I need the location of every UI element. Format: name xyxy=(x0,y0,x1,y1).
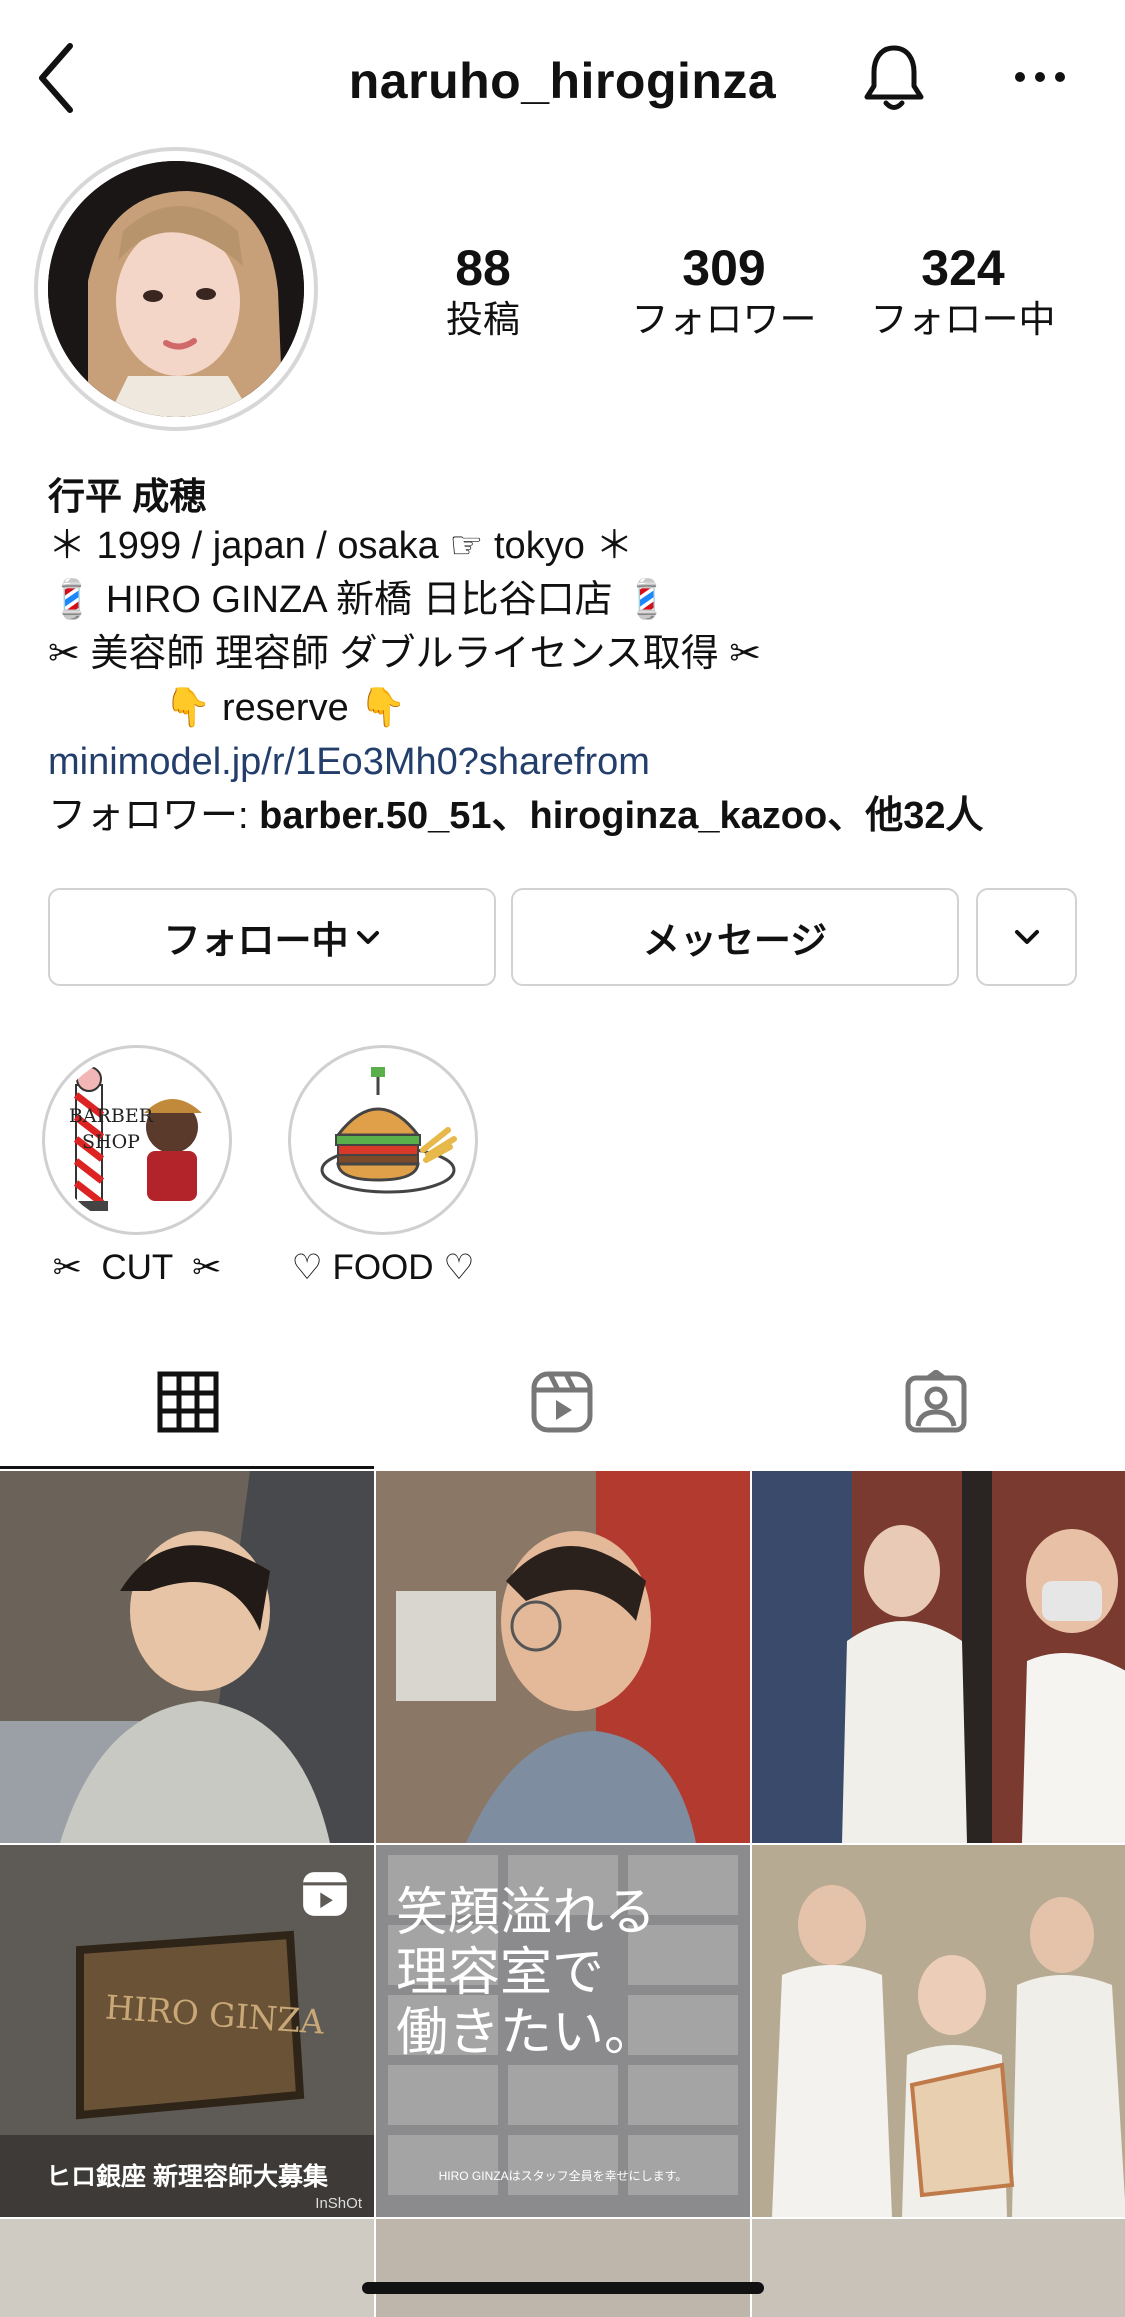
followed-by-prefix: フォロワー: xyxy=(48,795,260,837)
bio-line: 💈 HIRO GINZA 新橋 日比谷口店 💈 xyxy=(48,579,671,621)
followers-count: 309 xyxy=(682,240,766,296)
chevron-down-icon xyxy=(1014,930,1039,944)
message-button[interactable]: メッセージ xyxy=(511,888,959,986)
following-label: フォロー中 xyxy=(870,299,1056,340)
post-thumbnail[interactable] xyxy=(0,2219,374,2317)
posts-label: 投稿 xyxy=(446,299,520,340)
highlight-cut-label: ✂ CUT ✂ xyxy=(52,1248,222,1287)
post-subtext: HIRO GINZAはスタッフ全員を幸せにします。 xyxy=(438,2169,688,2183)
post-headline: 笑顔溢れる 理容室で 働きたい。 xyxy=(396,1883,657,2063)
followed-by-names: barber.50_51、hiroginza_kazoo、他32人 xyxy=(259,795,984,837)
message-button-label: メッセージ xyxy=(642,920,828,961)
bio-link[interactable]: minimodel.jp/r/1Eo3Mh0?sharefrom xyxy=(48,735,650,789)
following-count-stat[interactable]: 324 フォロー中 xyxy=(853,238,1073,342)
display-name: 行平 成穂 xyxy=(48,476,207,517)
following-button[interactable]: フォロー中 xyxy=(48,888,496,986)
home-indicator[interactable] xyxy=(362,2282,764,2294)
post-thumbnail[interactable]: 笑顔溢れる 理容室で 働きたい。 HIRO GINZAはスタッフ全員を幸せにしま… xyxy=(376,1845,750,2217)
highlight-cut-image-text: BARBER SHOP xyxy=(68,1105,154,1153)
post-thumbnail[interactable] xyxy=(752,1471,1125,1843)
posts-count-stat[interactable]: 88 投稿 xyxy=(373,238,593,342)
grid-icon[interactable] xyxy=(156,1370,220,1434)
following-button-label: フォロー中 xyxy=(163,920,349,961)
chevron-down-icon xyxy=(356,931,379,944)
reel-watermark: InShOt xyxy=(315,2195,362,2212)
followers-count-stat[interactable]: 309 フォロワー xyxy=(614,238,834,342)
reels-icon[interactable] xyxy=(530,1370,594,1434)
posts-count: 88 xyxy=(455,240,511,296)
reel-caption: ヒロ銀座 新理容師大募集 xyxy=(46,2163,328,2191)
highlight-food-cover[interactable] xyxy=(298,1055,468,1225)
reels-icon xyxy=(303,1872,347,1916)
burger-illustration xyxy=(320,1067,457,1194)
avatar[interactable] xyxy=(48,161,304,417)
post-thumbnail[interactable] xyxy=(752,1845,1125,2217)
tagged-person-icon[interactable] xyxy=(904,1370,968,1434)
following-count: 324 xyxy=(921,240,1005,296)
post-thumbnail[interactable] xyxy=(752,2219,1125,2317)
followers-label: フォロワー xyxy=(631,299,817,340)
post-thumbnail[interactable] xyxy=(376,2219,750,2317)
post-thumbnail[interactable] xyxy=(376,1471,750,1843)
post-thumbnail[interactable] xyxy=(0,1471,374,1843)
bio-line: ＊ 1999 / japan / osaka ☞ tokyo ＊ xyxy=(48,525,634,567)
more-horizontal-icon[interactable] xyxy=(1010,62,1070,92)
bell-icon[interactable] xyxy=(862,42,926,114)
highlight-food-label: ♡ FOOD ♡ xyxy=(291,1248,475,1287)
reel-thumbnail[interactable]: HIRO GINZA ヒロ銀座 新理容師大募集 InShOt xyxy=(0,1845,374,2217)
followed-by-line[interactable]: フォロワー: barber.50_51、hiroginza_kazoo、他32人 xyxy=(48,789,984,843)
highlight-cut-cover[interactable]: BARBER SHOP xyxy=(52,1055,222,1225)
suggested-accounts-button[interactable] xyxy=(976,888,1077,986)
active-tab-indicator xyxy=(0,1466,374,1469)
bio-line: ✂ 美容師 理容師 ダブルライセンス取得 ✂ xyxy=(48,633,762,675)
profile-username: naruho_hiroginza xyxy=(348,53,777,109)
bio-line: 👇 reserve 👇 xyxy=(48,687,407,729)
